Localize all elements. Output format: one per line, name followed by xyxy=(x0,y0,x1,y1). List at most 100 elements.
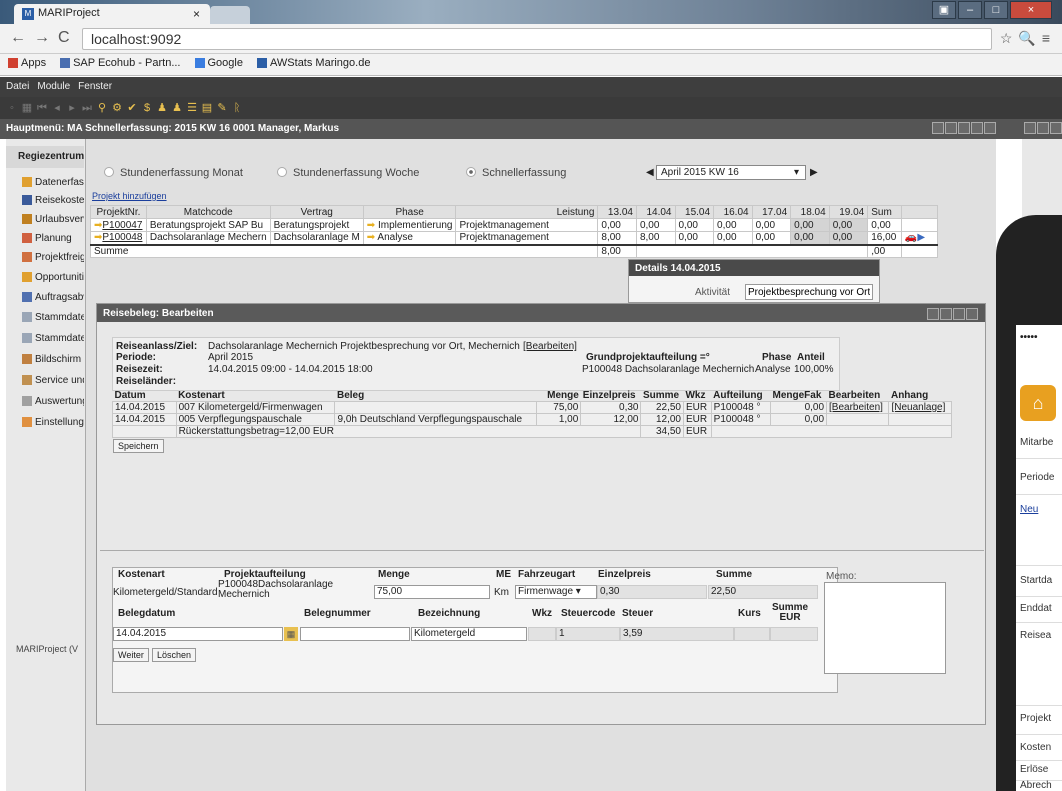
sidebar-item-datenerfassung[interactable]: Datenerfassung xyxy=(22,175,84,191)
hour-cell[interactable]: 0,00 xyxy=(790,218,830,232)
loeschen-button[interactable]: Löschen xyxy=(152,648,197,662)
help-icon[interactable] xyxy=(927,308,939,320)
next-week-icon[interactable]: ▶ xyxy=(810,167,818,178)
close-icon[interactable] xyxy=(984,122,996,134)
user-icon[interactable]: ▣ xyxy=(932,1,956,19)
hour-cell[interactable]: 0,00 xyxy=(828,231,869,245)
url-field[interactable]: localhost:9092 xyxy=(82,28,992,50)
hour-cell[interactable]: 0,00 xyxy=(790,231,830,245)
pencil-icon[interactable] xyxy=(945,122,957,134)
bezeichnung-input[interactable]: Kilometergeld xyxy=(411,627,527,641)
hour-cell[interactable]: 0,00 xyxy=(597,218,637,232)
nav-buttons-icon[interactable]: ←→C xyxy=(10,29,78,47)
hour-cell[interactable]: 0,00 xyxy=(713,231,753,245)
sidebar-item-service[interactable]: Service und xyxy=(22,373,84,389)
bookmark-awstats[interactable]: AWStats Maringo.de xyxy=(256,57,370,72)
minimize-icon[interactable]: – xyxy=(958,1,982,19)
toolbar-next-icon[interactable]: ▸ xyxy=(66,101,78,115)
new-attachment-link[interactable]: [Neuanlage] xyxy=(891,402,945,413)
memo-textarea[interactable] xyxy=(824,582,946,674)
sidebar-item-auswertungen[interactable]: Auswertungen xyxy=(22,394,84,410)
toolbar-money-icon[interactable]: $ xyxy=(141,101,153,115)
steuer-value: 3,59 xyxy=(620,627,734,641)
restore-icon[interactable] xyxy=(1037,122,1049,134)
star-search-menu-icon[interactable]: ☆🔍≡ xyxy=(1000,30,1056,47)
sidebar-item-einstellungen[interactable]: Einstellungen xyxy=(22,415,84,431)
toolbar-edit-icon[interactable]: ✎ xyxy=(216,101,228,115)
toolbar-list-icon[interactable]: ☰ xyxy=(186,101,198,115)
bookmark-apps[interactable]: Apps xyxy=(8,57,46,72)
bookmark-google[interactable]: Google xyxy=(194,57,243,72)
toolbar-settings-icon[interactable]: ⚙ xyxy=(111,101,123,115)
sidebar-item-urlaub[interactable]: Urlaubsverwaltung xyxy=(22,212,84,228)
sidebar-item-auftrag[interactable]: Auftragsabwicklung xyxy=(22,290,84,306)
fahrzeugart-select[interactable]: Firmenwage ▾ xyxy=(515,585,597,599)
minimize-icon[interactable] xyxy=(940,308,952,320)
add-project-link[interactable]: Projekt hinzufügen xyxy=(92,191,167,201)
minimize-icon[interactable] xyxy=(958,122,970,134)
radio-schnell[interactable]: Schnellerfassung xyxy=(466,167,566,179)
hour-cell[interactable]: 0,00 xyxy=(713,218,753,232)
close-tab-icon[interactable]: × xyxy=(193,7,200,21)
menu-fenster[interactable]: Fenster xyxy=(78,81,112,93)
save-button[interactable]: Speichern xyxy=(113,439,164,453)
close-window-icon[interactable]: × xyxy=(1010,1,1052,19)
calendar-icon[interactable]: ▦ xyxy=(284,627,298,641)
new-tab-button[interactable] xyxy=(210,6,250,24)
sidebar-item-opportunities[interactable]: Opportunities xyxy=(22,270,84,286)
hour-cell[interactable]: 0,00 xyxy=(674,218,715,232)
bookmark-sap[interactable]: SAP Ecohub - Partn... xyxy=(60,57,181,72)
travel-details-icon[interactable]: 🚗▶ xyxy=(905,233,925,244)
sidebar-item-planung[interactable]: Planung xyxy=(22,231,84,247)
hour-cell[interactable]: 0,00 xyxy=(635,218,676,232)
restore-icon[interactable] xyxy=(953,308,965,320)
close-icon[interactable] xyxy=(966,308,978,320)
hour-cell[interactable]: 0,00 xyxy=(828,218,869,232)
phone-new-link[interactable]: Neu xyxy=(1020,504,1062,515)
hour-cell[interactable]: 8,00 xyxy=(635,231,676,245)
hour-cell[interactable]: 0,00 xyxy=(674,231,715,245)
minimize-icon[interactable] xyxy=(1024,122,1036,134)
activity-input[interactable] xyxy=(745,284,873,300)
maximize-icon[interactable]: □ xyxy=(984,1,1008,19)
week-select[interactable]: April 2015 KW 16 ▾ xyxy=(656,165,806,180)
radio-woche[interactable]: Stundenerfassung Woche xyxy=(277,167,419,179)
browser-tab[interactable]: M MARIProject × xyxy=(14,4,210,24)
person-icon xyxy=(22,214,32,225)
toolbar-grid-icon[interactable]: ▦ xyxy=(21,101,33,115)
toolbar-users-icon[interactable]: ♟ xyxy=(171,101,183,115)
menge-input[interactable]: 75,00 xyxy=(374,585,490,599)
belegdatum-input[interactable]: 14.04.2015 xyxy=(113,627,283,641)
hour-cell[interactable]: 8,00 xyxy=(597,231,637,245)
sidebar-item-stammdaten-2[interactable]: Stammdaten xyxy=(22,331,84,347)
project-nr[interactable]: ➡P100048 xyxy=(90,231,147,245)
edit-icon[interactable] xyxy=(932,122,944,134)
toolbar-last-icon[interactable]: ⏭ xyxy=(81,101,93,115)
prev-week-icon[interactable]: ◀ xyxy=(646,167,654,178)
menu-datei[interactable]: Datei xyxy=(6,81,29,93)
edit-row-link[interactable]: [Bearbeiten] xyxy=(829,402,883,413)
project-nr[interactable]: ➡P100047 xyxy=(90,218,147,232)
radio-monat[interactable]: Stundenerfassung Monat xyxy=(104,167,243,179)
toolbar-user-icon[interactable]: ♟ xyxy=(156,101,168,115)
belegnummer-input[interactable] xyxy=(300,627,410,641)
home-icon[interactable]: ⌂ xyxy=(1020,385,1056,421)
weiter-button[interactable]: Weiter xyxy=(113,648,149,662)
toolbar-check-icon[interactable]: ✔ xyxy=(126,101,138,115)
toolbar-person-icon[interactable]: ᚱ xyxy=(231,101,243,115)
hour-cell[interactable]: 0,00 xyxy=(751,218,792,232)
sidebar-item-projektfreigabe[interactable]: Projektfreigabe xyxy=(22,250,84,266)
toolbar-first-icon[interactable]: ⏮ xyxy=(36,101,48,115)
toolbar-zoom-icon[interactable]: ◦ xyxy=(6,101,18,115)
toolbar-book-icon[interactable]: ▤ xyxy=(201,101,213,115)
toolbar-search-icon[interactable]: ⚲ xyxy=(96,101,108,115)
restore-icon[interactable] xyxy=(971,122,983,134)
close-icon[interactable] xyxy=(1050,122,1062,134)
hour-cell[interactable]: 0,00 xyxy=(751,231,792,245)
toolbar-prev-icon[interactable]: ◂ xyxy=(51,101,63,115)
menu-module[interactable]: Module xyxy=(37,81,70,93)
sidebar-item-bildschirm[interactable]: Bildschirm xyxy=(22,352,84,368)
edit-anlass-link[interactable]: [Bearbeiten] xyxy=(523,341,577,352)
sidebar-item-stammdaten-1[interactable]: Stammdaten xyxy=(22,310,84,326)
sidebar-item-reisekosten[interactable]: Reisekosten xyxy=(22,193,84,209)
